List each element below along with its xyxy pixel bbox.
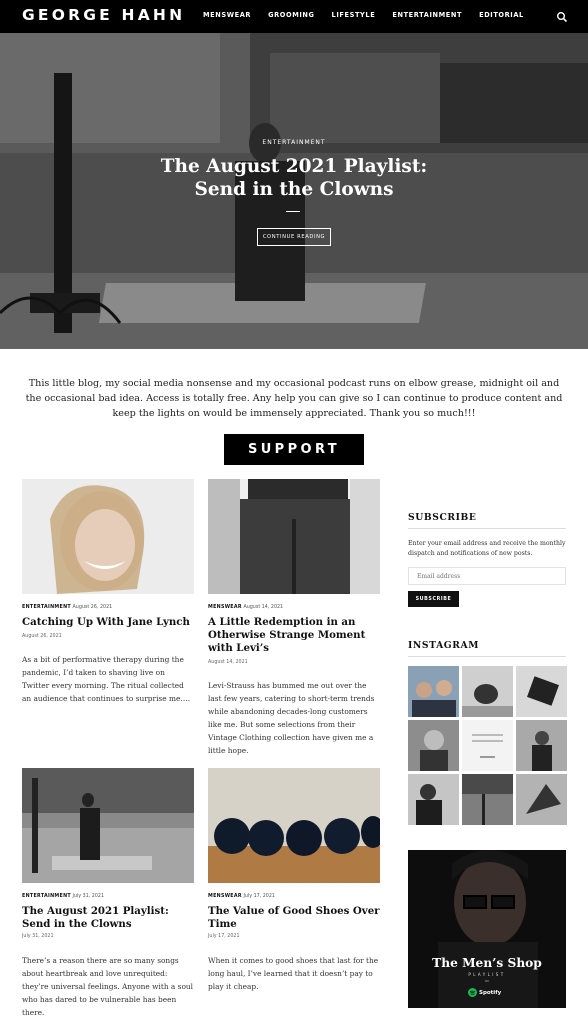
post-thumbnail[interactable] <box>208 479 380 594</box>
instagram-photo[interactable] <box>462 774 513 825</box>
instagram-photo[interactable] <box>462 720 513 771</box>
support-button[interactable]: SUPPORT <box>224 434 364 465</box>
instagram-divider <box>408 656 566 657</box>
subscribe-text: Enter your email address and receive the… <box>408 540 566 557</box>
promo-on-label: on <box>485 979 489 983</box>
nav-grooming[interactable]: GROOMING <box>268 11 314 19</box>
spotify-badge: Spotify <box>468 988 501 997</box>
main-nav: MENSWEAR GROOMING LIFESTYLE ENTERTAINMEN… <box>203 11 524 19</box>
spotify-icon <box>468 988 477 997</box>
post-excerpt: Levi-Strauss has bummed me out over the … <box>208 681 375 755</box>
post-thumbnail[interactable] <box>208 768 380 883</box>
site-logo[interactable]: GEORGE HAHN <box>22 6 185 24</box>
post-thumbnail[interactable] <box>22 479 194 594</box>
instagram-photo[interactable] <box>408 774 459 825</box>
hero-banner[interactable]: ENTERTAINMENT The August 2021 Playlist: … <box>0 33 588 349</box>
site-header: GEORGE HAHN MENSWEAR GROOMING LIFESTYLE … <box>0 0 588 33</box>
search-icon[interactable] <box>556 11 568 23</box>
promo-subtitle: PLAYLIST <box>468 972 506 977</box>
instagram-photo[interactable] <box>408 666 459 717</box>
post-date: August 14, 2021 <box>208 660 248 665</box>
email-field[interactable] <box>408 567 566 585</box>
instagram-photo[interactable] <box>516 720 567 771</box>
post-title[interactable]: Catching Up With Jane Lynch <box>22 616 194 629</box>
post-image <box>22 479 194 594</box>
spotify-label: Spotify <box>479 989 502 996</box>
post-date: July 17, 2021 <box>208 934 240 939</box>
nav-menswear[interactable]: MENSWEAR <box>203 11 251 19</box>
post-title[interactable]: The August 2021 Playlist: Send in the Cl… <box>22 905 194 931</box>
post-date: July 31, 2021 <box>22 934 54 939</box>
post-date: August 26, 2021 <box>22 634 62 639</box>
post-meta: ENTERTAINMENT August 26, 2021 <box>22 605 113 610</box>
promo-title: The Men’s Shop <box>432 956 542 970</box>
instagram-photo[interactable] <box>408 720 459 771</box>
subscribe-button[interactable]: SUBSCRIBE <box>408 591 459 607</box>
post-meta: ENTERTAINMENT July 31, 2021 <box>22 894 105 899</box>
post-meta: MENSWEAR July 17, 2021 <box>208 894 275 899</box>
post-image <box>22 768 194 883</box>
hero-title[interactable]: The August 2021 Playlist: Send in the Cl… <box>0 155 588 201</box>
mens-shop-playlist-promo[interactable]: The Men’s Shop PLAYLIST on Spotify <box>408 850 566 1008</box>
post-excerpt: When it comes to good shoes that last fo… <box>208 956 379 991</box>
continue-reading-button[interactable]: CONTINUE READING <box>257 228 331 246</box>
instagram-photo[interactable] <box>516 666 567 717</box>
post-image <box>208 479 380 594</box>
nav-entertainment[interactable]: ENTERTAINMENT <box>392 11 462 19</box>
subscribe-heading: SUBSCRIBE <box>408 512 477 523</box>
post-image <box>208 768 380 883</box>
instagram-photo[interactable] <box>516 774 567 825</box>
hero-divider <box>286 211 300 212</box>
promo-photo <box>408 850 566 1008</box>
post-thumbnail[interactable] <box>22 768 194 883</box>
instagram-heading: INSTAGRAM <box>408 640 479 651</box>
nav-editorial[interactable]: EDITORIAL <box>479 11 524 19</box>
post-title[interactable]: A Little Redemption in an Otherwise Stra… <box>208 616 380 655</box>
post-meta: MENSWEAR August 14, 2021 <box>208 605 284 610</box>
post-title[interactable]: The Value of Good Shoes Over Time <box>208 905 380 931</box>
instagram-photo[interactable] <box>462 666 513 717</box>
support-appeal-text: This little blog, my social media nonsen… <box>25 378 563 419</box>
hero-category[interactable]: ENTERTAINMENT <box>0 139 588 146</box>
nav-lifestyle[interactable]: LIFESTYLE <box>332 11 376 19</box>
post-excerpt: There’s a reason there are so many songs… <box>22 956 194 1017</box>
post-excerpt: As a bit of performative therapy during … <box>22 655 191 703</box>
subscribe-divider <box>408 528 566 529</box>
